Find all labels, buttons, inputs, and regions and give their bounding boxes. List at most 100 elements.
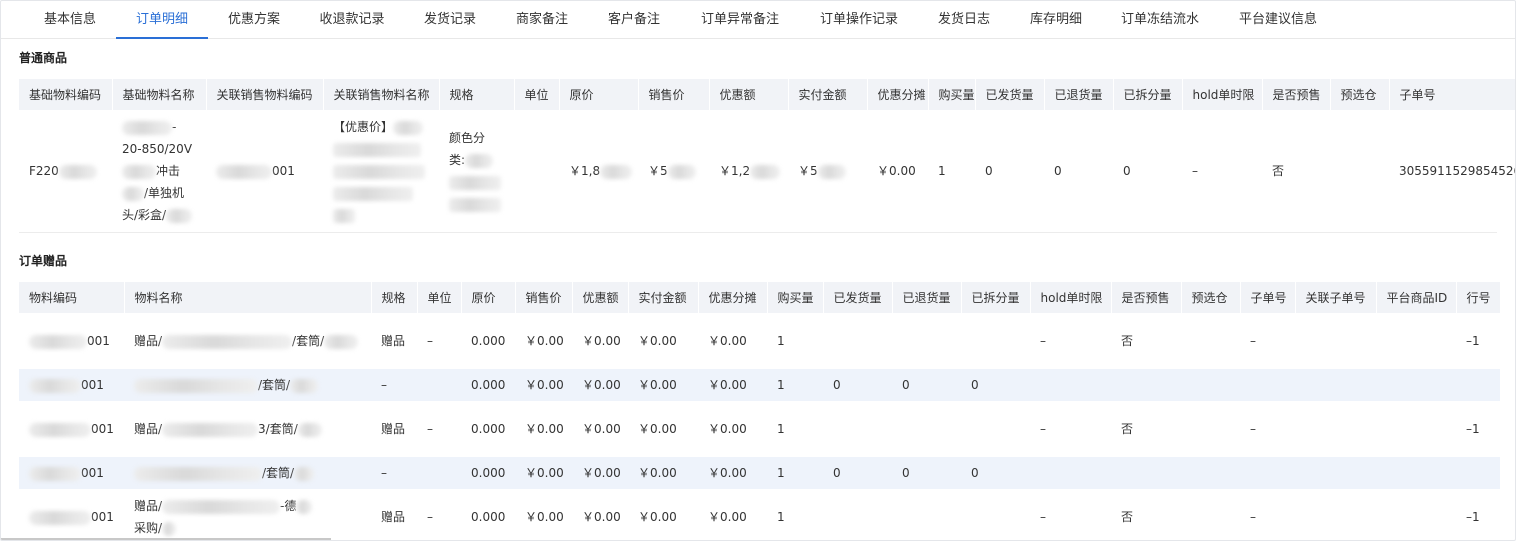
presale-cell: 否 — [1272, 164, 1285, 178]
section-divider — [19, 232, 1497, 233]
platform-item-id-cell — [1376, 489, 1456, 540]
returned-cell: 0 — [892, 457, 961, 489]
original-price-cell: 0.000 — [471, 422, 506, 436]
presale-cell — [1111, 457, 1181, 489]
platform-item-id-cell — [1376, 369, 1456, 401]
split-cell: 0 — [1123, 164, 1131, 178]
table-header-row: 基础物料编码 基础物料名称 关联销售物料编码 关联销售物料名称 规格 单位 原价… — [19, 79, 1515, 110]
unit-cell: – — [427, 422, 433, 436]
original-price-cell: 0.000 — [461, 369, 515, 401]
column-header: 已发货量 — [974, 79, 1044, 110]
original-price-cell: 0.000 — [461, 457, 515, 489]
base-code-cell: F220 — [19, 110, 112, 232]
tab-merchant-notes[interactable]: 商家备注 — [496, 1, 588, 38]
tab-label: 基本信息 — [43, 12, 96, 27]
column-header: 优惠额 — [708, 79, 788, 110]
spec-cell: 赠品 — [381, 422, 406, 436]
tab-payment-records[interactable]: 收退款记录 — [300, 1, 404, 38]
tab-platform-suggestions[interactable]: 平台建议信息 — [1218, 1, 1338, 38]
split-cell: 0 — [961, 369, 1030, 401]
quantity-cell: 1 — [938, 164, 946, 178]
code-cell: 001 — [19, 489, 124, 540]
table-row: 001 赠品/3/套筒/ 赠品 – 0.000 ￥0.00 ￥0.00 ￥0.0… — [19, 401, 1500, 457]
column-header: 已拆分量 — [1112, 79, 1182, 110]
table-row: 001 /套筒/ – 0.000 ￥0.00 ￥0.00 ￥0.00 ￥0.00… — [19, 457, 1500, 489]
name-cell: /套筒/ — [124, 369, 371, 401]
related-sub-order-cell — [1295, 313, 1376, 369]
spec-cell: 赠品 — [381, 334, 406, 348]
unit-cell: – — [427, 510, 433, 524]
related-sub-order-cell — [1295, 369, 1376, 401]
tab-label: 发货记录 — [423, 12, 476, 27]
quantity-cell: 1 — [777, 510, 785, 524]
presale-cell — [1111, 369, 1181, 401]
gift-table: 物料编码 物料名称 规格 单位 原价 销售价 优惠额 实付金额 优惠分摊 购买量… — [19, 282, 1500, 540]
shipped-cell: 0 — [823, 369, 892, 401]
line-number-cell — [1456, 457, 1500, 489]
column-header: hold单时限 — [1029, 282, 1111, 313]
quantity-cell: 1 — [767, 369, 823, 401]
tab-label: 订单明细 — [135, 12, 188, 27]
tab-freeze-flow[interactable]: 订单冻结流水 — [1102, 1, 1218, 38]
warehouse-cell — [1181, 401, 1240, 457]
split-cell — [961, 489, 1030, 540]
column-header: 行号 — [1455, 282, 1500, 313]
original-price-cell: ￥1,8 — [559, 110, 638, 232]
discount-share-cell: ￥0.00 — [698, 369, 767, 401]
paid-amount-cell: ￥0.00 — [638, 422, 677, 436]
sub-order-cell: 3055911529854526 — [1399, 164, 1516, 178]
column-header: 已拆分量 — [960, 282, 1030, 313]
paid-amount-cell: ￥5 — [788, 110, 867, 232]
tab-label: 订单冻结流水 — [1120, 12, 1199, 27]
tab-operation-log[interactable]: 订单操作记录 — [800, 1, 918, 38]
tab-basic-info[interactable]: 基本信息 — [24, 1, 116, 38]
split-cell — [961, 313, 1030, 369]
table-row: 001 赠品/-德 采购/ 赠品 – 0.000 ￥0.00 ￥0.00 ￥0.… — [19, 489, 1500, 540]
tab-order-detail[interactable]: 订单明细 — [116, 1, 208, 39]
tab-promotion[interactable]: 优惠方案 — [208, 1, 300, 38]
spec-cell: 赠品 — [381, 510, 406, 524]
column-header: 关联销售物料名称 — [322, 79, 439, 110]
sales-name-cell: 【优惠价】 — [323, 110, 439, 232]
tab-exception-notes[interactable]: 订单异常备注 — [680, 1, 800, 38]
column-header: 预选仓 — [1180, 282, 1240, 313]
returned-cell: 0 — [1054, 164, 1062, 178]
quantity-cell: 1 — [777, 422, 785, 436]
sale-price-cell: ￥0.00 — [515, 369, 572, 401]
normal-goods-table: 基础物料编码 基础物料名称 关联销售物料编码 关联销售物料名称 规格 单位 原价… — [19, 79, 1516, 232]
column-header: 优惠分摊 — [697, 282, 767, 313]
returned-cell: 0 — [892, 369, 961, 401]
split-cell — [961, 401, 1030, 457]
discount-cell: ￥0.00 — [572, 457, 628, 489]
warehouse-cell — [1181, 369, 1240, 401]
sub-order-cell — [1240, 369, 1295, 401]
tab-label: 订单异常备注 — [700, 12, 779, 27]
split-cell: 0 — [961, 457, 1030, 489]
sale-price-cell: ￥0.00 — [525, 334, 564, 348]
column-header: 已退货量 — [891, 282, 961, 313]
tab-inventory-detail[interactable]: 库存明细 — [1010, 1, 1102, 38]
tab-bar: 基本信息 订单明细 优惠方案 收退款记录 发货记录 商家备注 客户备注 订单异常… — [1, 1, 1515, 39]
column-header: 实付金额 — [787, 79, 867, 110]
discount-cell: ￥0.00 — [582, 422, 621, 436]
horizontal-scrollbar[interactable] — [1, 538, 331, 540]
code-cell: 001 — [19, 369, 124, 401]
tab-label: 收退款记录 — [319, 12, 385, 27]
name-cell: 赠品/-德 采购/ — [124, 489, 371, 540]
column-header: 销售价 — [514, 282, 572, 313]
presale-cell: 否 — [1121, 422, 1134, 436]
paid-amount-cell: ￥0.00 — [628, 369, 698, 401]
tab-shipping-log[interactable]: 发货日志 — [918, 1, 1010, 38]
column-header: 物料编码 — [19, 282, 124, 313]
hold-limit-cell: – — [1040, 422, 1046, 436]
gift-section-title: 订单赠品 — [19, 254, 68, 268]
paid-amount-cell: ￥0.00 — [628, 457, 698, 489]
unit-cell — [514, 110, 559, 232]
column-header: 是否预售 — [1110, 282, 1181, 313]
tab-shipping-records[interactable]: 发货记录 — [404, 1, 496, 38]
tab-customer-notes[interactable]: 客户备注 — [588, 1, 680, 38]
column-header: 已退货量 — [1043, 79, 1113, 110]
column-header: 优惠额 — [571, 282, 628, 313]
discount-share-cell: ￥0.00 — [877, 164, 916, 178]
quantity-cell: 1 — [767, 457, 823, 489]
